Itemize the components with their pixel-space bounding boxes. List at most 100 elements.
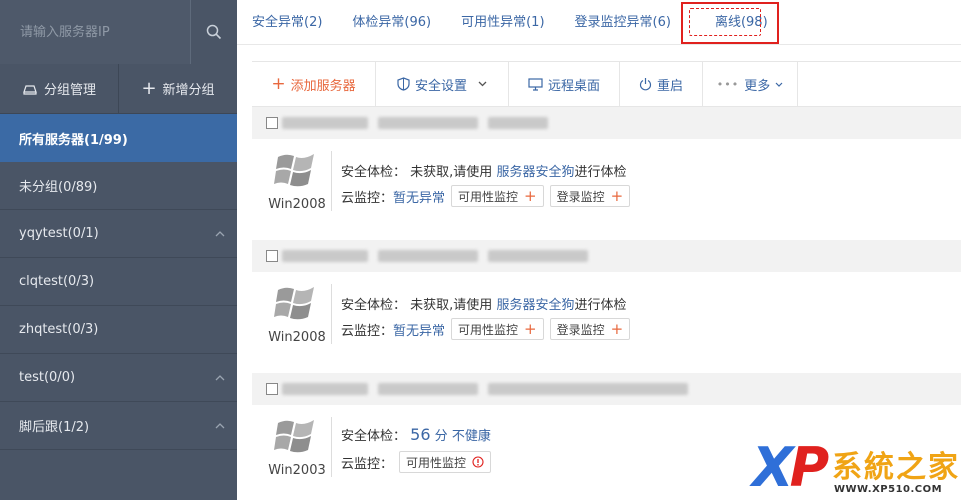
plus-icon: + (271, 73, 286, 94)
availability-monitor-chip[interactable]: 可用性监控 + (451, 318, 544, 340)
remote-desktop-label: 远程桌面 (547, 78, 600, 94)
group-manage-label: 分组管理 (43, 83, 96, 98)
chevron-up-icon[interactable] (213, 371, 227, 385)
os-label: Win2008 (268, 330, 326, 345)
redacted-ip (378, 250, 478, 262)
more-button[interactable]: ••• 更多 (703, 62, 798, 106)
availability-monitor-chip[interactable]: 可用性监控 (399, 451, 492, 473)
tab-login-monitor-anomaly[interactable]: 登录监控异常(6) (560, 0, 686, 45)
sidebar-item-clqtest[interactable]: clqtest(0/3) (0, 258, 237, 306)
redacted-ip (282, 117, 368, 129)
tab-security-anomaly[interactable]: 安全异常(2) (237, 0, 337, 45)
server-header (252, 107, 961, 139)
security-settings-button[interactable]: 安全设置 (376, 62, 509, 106)
sidebar-item-label: 未分组(0/89) (19, 180, 98, 195)
sidebar-item-label: test(0/0) (19, 370, 76, 385)
check-label: 安全体检： (341, 429, 407, 444)
availability-monitor-chip[interactable]: 可用性监控 + (451, 185, 544, 207)
os-info: Win2003 (266, 415, 328, 478)
divider (331, 417, 332, 477)
server-header (252, 373, 961, 405)
cloud-status[interactable]: 暂无异常 (393, 320, 445, 339)
group-manage-button[interactable]: 分组管理 (0, 64, 118, 113)
server-checkbox[interactable] (266, 383, 278, 395)
add-server-button[interactable]: + 添加服务器 (252, 62, 376, 106)
check-text: 未获取,请使用 (410, 165, 493, 180)
redacted-ip (282, 250, 368, 262)
chevron-down-icon (478, 81, 487, 87)
chevron-up-icon[interactable] (213, 227, 227, 241)
redacted-name (488, 117, 548, 129)
add-server-label: 添加服务器 (290, 78, 356, 94)
check-label: 安全体检： (341, 165, 407, 180)
security-score: 56 (410, 425, 431, 444)
chip-label: 登录监控 (556, 322, 605, 337)
check-suffix: 进行体检 (574, 298, 627, 313)
sidebar-item-test[interactable]: test(0/0) (0, 354, 237, 402)
health-status[interactable]: 不健康 (452, 429, 491, 444)
login-monitor-chip[interactable]: 登录监控 + (549, 185, 631, 207)
divider (331, 151, 332, 211)
chevron-up-icon[interactable] (213, 419, 227, 433)
toolbar: + 添加服务器 安全设置 远程桌面 重启 ••• 更多 (252, 61, 961, 107)
plus-icon: + (610, 319, 624, 338)
search-bar (0, 0, 237, 64)
monitor-icon (528, 77, 543, 91)
tab-availability-anomaly[interactable]: 可用性异常(1) (446, 0, 559, 45)
sidebar-item-ungrouped[interactable]: 未分组(0/89) (0, 162, 237, 210)
security-check-line: 安全体检： 未获取,请使用 服务器安全狗进行体检 (341, 294, 626, 313)
sidebar-item-all-servers[interactable]: 所有服务器(1/99) (0, 114, 237, 162)
cloud-label: 云监控： (341, 456, 394, 472)
redacted-name (488, 383, 688, 395)
cloud-label: 云监控： (341, 323, 394, 339)
chevron-down-icon (775, 82, 783, 87)
chip-label: 可用性监控 (458, 189, 519, 204)
sidebar-item-yqytest[interactable]: yqytest(0/1) (0, 210, 237, 258)
add-group-button[interactable]: + 新增分组 (118, 64, 237, 113)
redacted-ip (378, 383, 478, 395)
sidebar-item-label: yqytest(0/1) (19, 226, 99, 241)
check-text: 未获取,请使用 (410, 298, 493, 313)
chip-label: 可用性监控 (458, 322, 519, 337)
ellipsis-icon: ••• (716, 77, 740, 91)
sidebar-item-zhqtest[interactable]: zhqtest(0/3) (0, 306, 237, 354)
sidebar: 分组管理 + 新增分组 所有服务器(1/99) 未分组(0/89) yqytes… (0, 0, 237, 500)
filter-tabs: 安全异常(2) 体检异常(96) 可用性异常(1) 登录监控异常(6) 离线(9… (237, 0, 961, 45)
group-actions: 分组管理 + 新增分组 (0, 64, 237, 114)
redacted-ip (378, 117, 478, 129)
sidebar-item-label: 脚后跟(1/2) (19, 420, 90, 435)
safedog-link[interactable]: 服务器安全狗 (496, 165, 574, 180)
cloud-monitor-line: 云监控： 暂无异常 可用性监控 + 登录监控 + (341, 185, 631, 207)
shield-icon (397, 77, 410, 91)
watermark-url: WWW.XP510.COM (834, 484, 943, 495)
server-checkbox[interactable] (266, 250, 278, 262)
cloud-icon (23, 84, 37, 95)
os-info: Win2008 (266, 149, 328, 212)
sidebar-item-label: 所有服务器(1/99) (19, 132, 128, 148)
watermark: XP 系統之家 WWW.XP510.COM (752, 438, 961, 500)
chip-label: 可用性监控 (406, 455, 467, 470)
restart-button[interactable]: 重启 (620, 62, 703, 106)
sidebar-item-label: clqtest(0/3) (19, 274, 95, 289)
login-monitor-chip[interactable]: 登录监控 + (549, 318, 631, 340)
server-header (252, 240, 961, 272)
windows-logo-icon (274, 287, 314, 320)
os-label: Win2003 (268, 463, 326, 478)
tab-checkup-anomaly[interactable]: 体检异常(96) (337, 0, 446, 45)
windows-logo-icon (274, 420, 314, 453)
plus-icon: + (524, 319, 537, 338)
safedog-link[interactable]: 服务器安全狗 (496, 298, 574, 313)
remote-desktop-button[interactable]: 远程桌面 (509, 62, 620, 106)
watermark-title: 系統之家 (832, 450, 960, 485)
server-checkbox[interactable] (266, 117, 278, 129)
os-label: Win2008 (268, 197, 326, 212)
security-settings-label: 安全设置 (414, 78, 467, 94)
cloud-status[interactable]: 暂无异常 (393, 187, 445, 206)
sidebar-item-jiaohougen[interactable]: 脚后跟(1/2) (0, 402, 237, 450)
score-unit: 分 (434, 429, 448, 444)
xp-logo: XP (752, 436, 829, 499)
search-button[interactable] (190, 0, 237, 64)
search-input[interactable] (0, 0, 190, 64)
highlight-box (681, 2, 779, 44)
security-check-line: 安全体检： 未获取,请使用 服务器安全狗进行体检 (341, 161, 626, 180)
